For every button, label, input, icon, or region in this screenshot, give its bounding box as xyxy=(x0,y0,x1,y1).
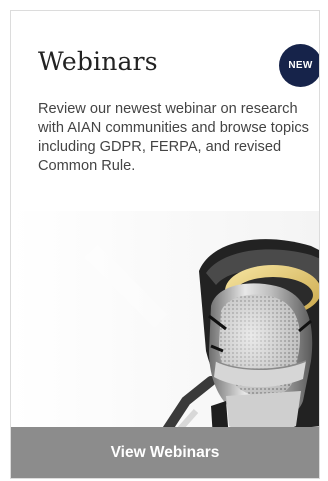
microphone-icon xyxy=(11,211,319,439)
microphone-image xyxy=(11,211,319,439)
new-badge: NEW xyxy=(279,44,319,87)
webinars-card[interactable]: Webinars NEW Review our newest webinar o… xyxy=(10,10,320,479)
view-webinars-button[interactable]: View Webinars xyxy=(11,427,319,478)
card-description: Review our newest webinar on research wi… xyxy=(38,101,309,174)
card-title: Webinars xyxy=(38,47,158,76)
